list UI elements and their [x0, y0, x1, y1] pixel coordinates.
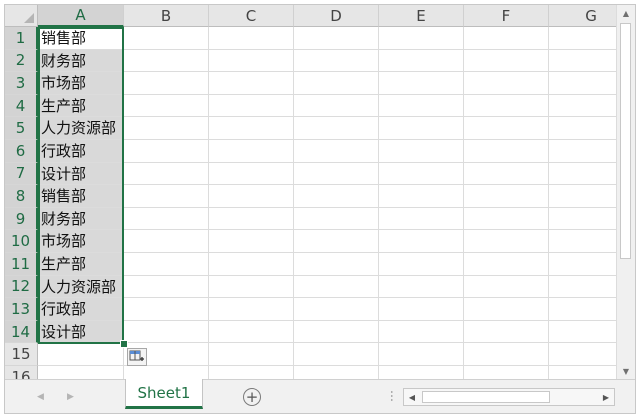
column-header-e[interactable]: E: [379, 5, 464, 27]
row-header-12[interactable]: 12: [5, 275, 38, 299]
tab-split-handle[interactable]: ⋯: [385, 390, 399, 400]
column-header-b[interactable]: B: [124, 5, 209, 27]
plus-circle-icon: +: [245, 387, 259, 406]
vertical-scrollbar[interactable]: ▲ ▼: [616, 5, 635, 379]
grid-row-line: [38, 229, 616, 231]
row-header-5[interactable]: 5: [5, 117, 38, 140]
cell-a13[interactable]: 行政部: [41, 298, 86, 320]
row-header-8[interactable]: 8: [5, 185, 38, 208]
cell-a3[interactable]: 市场部: [41, 72, 86, 94]
row-header-14[interactable]: 14: [5, 320, 38, 344]
quick-analysis-button[interactable]: [127, 348, 147, 366]
quick-analysis-icon: [129, 350, 144, 361]
grid-row-line: [38, 139, 616, 140]
next-sheet-arrow-icon[interactable]: ▶: [67, 392, 74, 402]
previous-sheet-arrow-icon[interactable]: ◀: [37, 392, 44, 402]
add-sheet-button[interactable]: +: [243, 388, 261, 406]
cell-a11[interactable]: 生产部: [41, 253, 86, 275]
cell-a5[interactable]: 人力资源部: [41, 117, 116, 139]
cell-a2[interactable]: 财务部: [41, 50, 86, 72]
row-header-10[interactable]: 10: [5, 230, 38, 253]
vertical-scroll-thumb[interactable]: [620, 23, 631, 259]
grid-row-line: [38, 365, 616, 366]
column-header-d[interactable]: D: [294, 5, 379, 27]
grid-row-line: [38, 161, 616, 163]
row-header-15[interactable]: 15: [5, 343, 38, 366]
grid-column-line: [208, 27, 209, 379]
row-header-4[interactable]: 4: [5, 94, 38, 118]
cell-a7[interactable]: 设计部: [41, 163, 86, 185]
horizontal-scroll-thumb[interactable]: [422, 391, 550, 403]
row-header-13[interactable]: 13: [5, 298, 38, 321]
arrow-down-icon: ▼: [622, 366, 630, 376]
sheet-bar: ◀ ▶ Sheet1 + ⋯ ◀ ▶: [5, 379, 635, 413]
cell-a1[interactable]: 销售部: [41, 27, 86, 49]
grid-row-line: [38, 297, 616, 299]
cell-a8[interactable]: 销售部: [41, 185, 86, 207]
grid-column-line: [463, 27, 464, 379]
grid-column-line: [378, 27, 379, 379]
row-header-1[interactable]: 1: [5, 27, 38, 50]
row-header-11[interactable]: 11: [5, 253, 38, 276]
sheet-tab-sheet1[interactable]: Sheet1: [125, 379, 203, 409]
cell-a9[interactable]: 财务部: [41, 208, 86, 230]
row-header-6[interactable]: 6: [5, 140, 38, 163]
arrow-right-icon: ▶: [602, 392, 610, 402]
row-header-9[interactable]: 9: [5, 207, 38, 231]
grid-column-line: [123, 27, 124, 379]
grid-row-line: [38, 116, 616, 118]
row-header-2[interactable]: 2: [5, 49, 38, 73]
row-header-7[interactable]: 7: [5, 162, 38, 186]
cell-a12[interactable]: 人力资源部: [41, 276, 116, 298]
column-header-c[interactable]: C: [209, 5, 294, 27]
horizontal-scrollbar[interactable]: ◀ ▶: [403, 388, 615, 406]
column-header-f[interactable]: F: [464, 5, 549, 27]
arrow-left-icon: ◀: [408, 392, 416, 402]
cell-a14[interactable]: 设计部: [41, 321, 86, 343]
scroll-down-button[interactable]: ▼: [617, 363, 635, 379]
grid-row-line: [38, 184, 616, 186]
arrow-up-icon: ▲: [622, 8, 630, 18]
select-all-triangle-icon: [24, 13, 34, 23]
scroll-right-button[interactable]: ▶: [598, 389, 614, 405]
select-all-corner[interactable]: [5, 5, 38, 27]
scroll-up-button[interactable]: ▲: [617, 5, 635, 21]
grid-row-line: [38, 93, 616, 95]
cell-a4[interactable]: 生产部: [41, 95, 86, 117]
grid-row-line: [38, 252, 616, 253]
fill-handle[interactable]: [120, 340, 128, 348]
grid-row-line: [38, 48, 616, 50]
grid-row-line: [38, 206, 616, 208]
cell-a6[interactable]: 行政部: [41, 140, 86, 162]
spreadsheet-window: ABCDEFG 1 2 3 4 5 6 7 8 9 10 11 12 13 14 15 16 销售部 财务部 市场…: [4, 4, 636, 414]
grid-row-line: [38, 71, 616, 73]
grid-row-line: [38, 274, 616, 276]
scroll-left-button[interactable]: ◀: [404, 389, 420, 405]
cell-a10[interactable]: 市场部: [41, 230, 86, 252]
cell-grid[interactable]: 销售部 财务部 市场部 生产部 人力资源部 行政部 设计部 销售部 财务部 市场部 生产部 人力资源部…: [38, 27, 616, 379]
grid-row-line: [38, 319, 616, 321]
grid-column-line: [548, 27, 549, 379]
column-header-a[interactable]: A: [38, 5, 124, 27]
grid-column-line: [293, 27, 294, 379]
row-header-3[interactable]: 3: [5, 72, 38, 95]
